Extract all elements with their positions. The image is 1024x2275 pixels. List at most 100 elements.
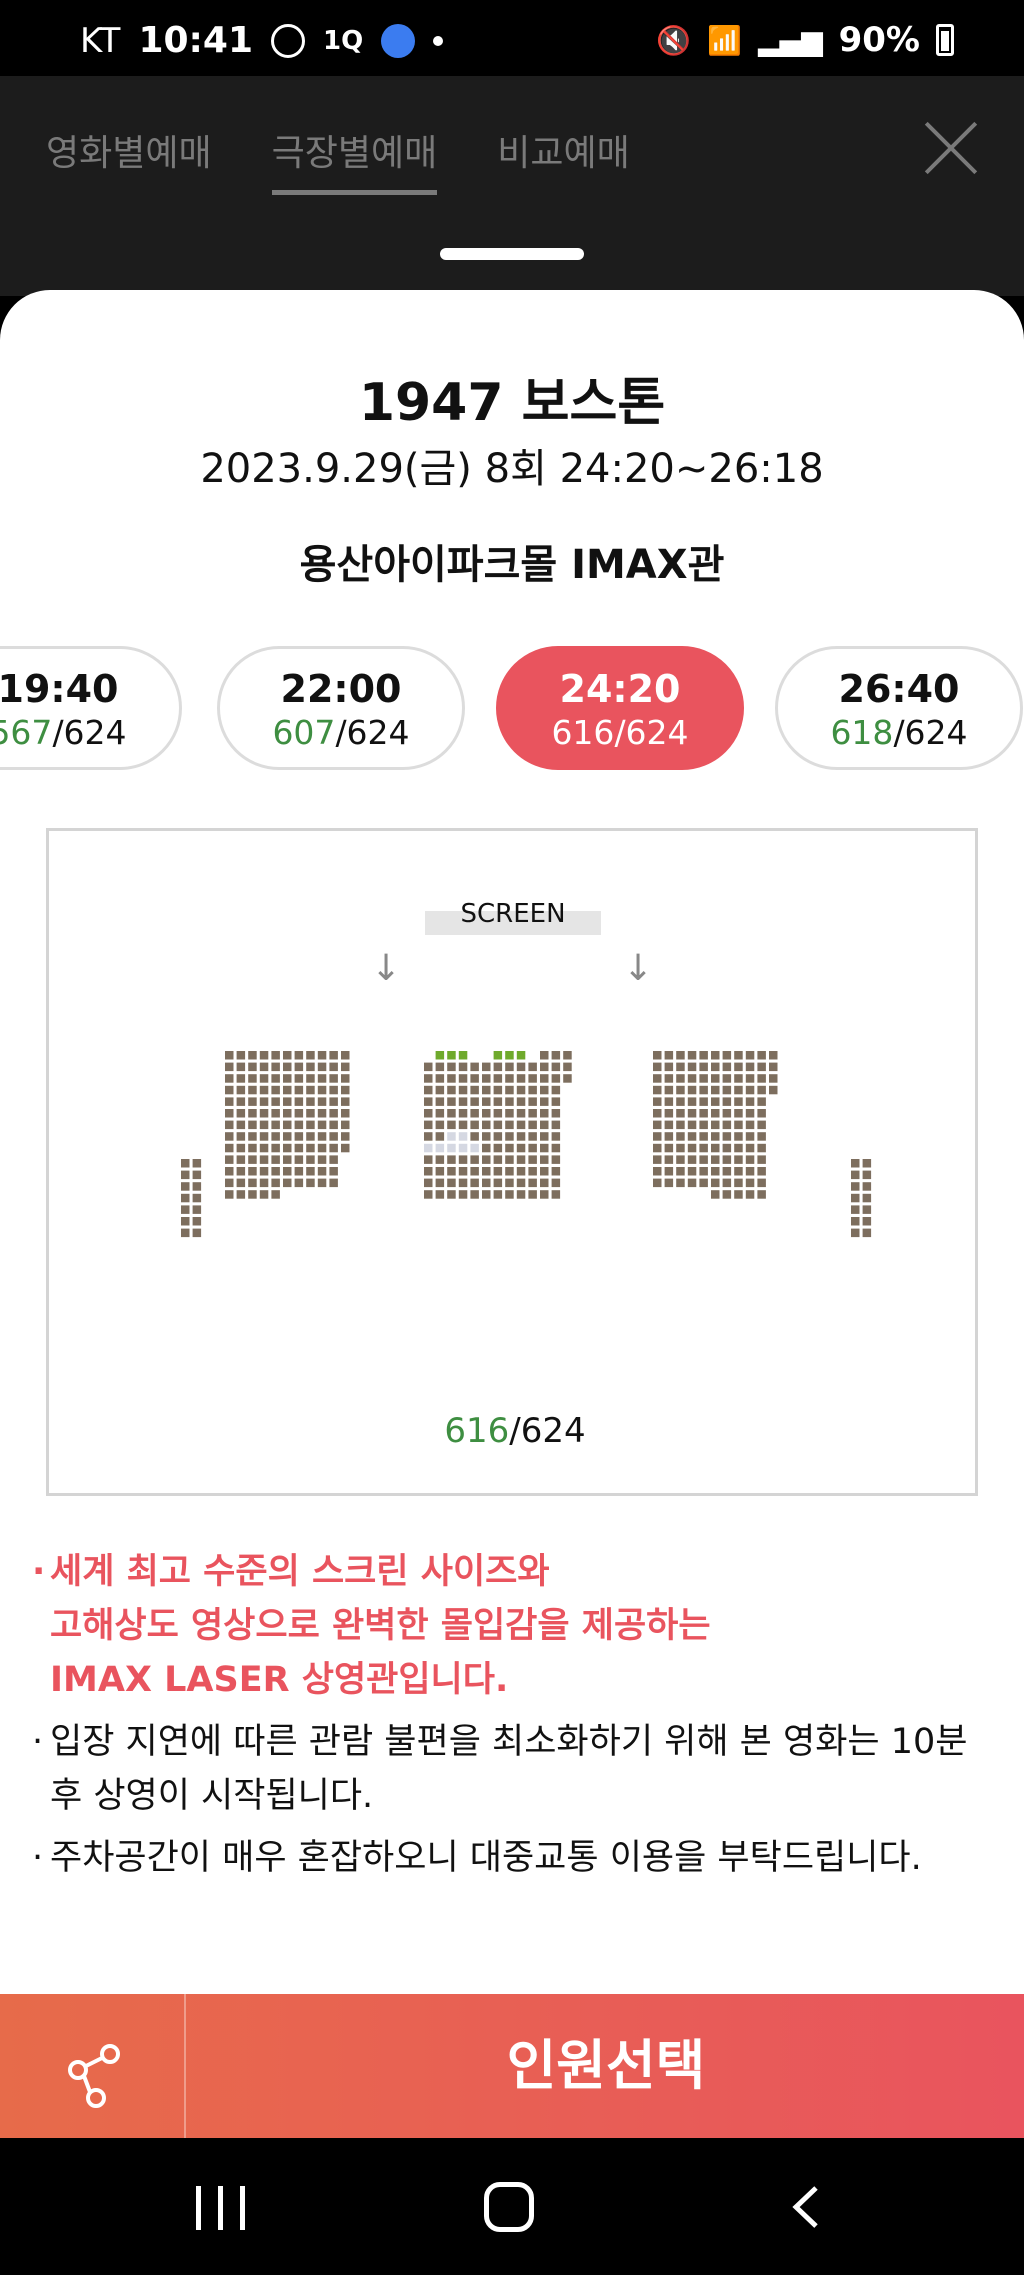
seat[interactable] [687,1062,697,1072]
seat[interactable] [447,1120,456,1130]
seat[interactable] [236,1085,246,1095]
seat[interactable] [482,1109,491,1118]
seat[interactable] [687,1143,697,1153]
seat[interactable] [329,1132,338,1141]
seat[interactable] [653,1051,662,1060]
seat[interactable] [283,1178,292,1188]
seat[interactable] [505,1085,514,1095]
seat[interactable] [505,1132,514,1141]
seat[interactable] [769,1051,778,1060]
seat[interactable] [317,1167,327,1176]
seat[interactable] [711,1085,720,1095]
seat[interactable] [294,1074,304,1083]
seat[interactable] [757,1109,766,1118]
seat[interactable] [259,1190,269,1199]
seat[interactable] [505,1097,514,1106]
seat[interactable] [317,1051,327,1060]
seat[interactable] [317,1132,327,1141]
seat[interactable] [341,1062,350,1072]
seat[interactable] [248,1109,257,1118]
seat[interactable] [540,1097,549,1106]
seat[interactable] [447,1074,456,1083]
seat[interactable] [248,1190,257,1199]
seat[interactable] [687,1120,697,1130]
seat[interactable] [862,1228,872,1238]
seat[interactable] [687,1051,697,1060]
seat[interactable] [283,1155,292,1164]
seat[interactable] [734,1051,743,1060]
seat[interactable] [306,1051,315,1060]
seat[interactable] [653,1109,662,1118]
seat[interactable] [505,1074,514,1083]
seat[interactable] [516,1074,526,1083]
seat[interactable] [283,1120,292,1130]
seat[interactable] [699,1143,708,1153]
seat[interactable] [528,1097,537,1106]
seat[interactable] [745,1085,755,1095]
seat[interactable] [470,1190,479,1199]
seat[interactable] [516,1190,526,1199]
seat[interactable] [192,1217,202,1226]
seat[interactable] [458,1109,468,1118]
seat[interactable] [225,1062,234,1072]
seat[interactable] [225,1132,234,1141]
seat[interactable] [722,1097,732,1106]
seat[interactable] [653,1167,662,1176]
seat[interactable] [482,1085,491,1095]
seat[interactable] [435,1178,445,1188]
seat[interactable] [551,1143,561,1153]
seat[interactable] [563,1062,572,1072]
seat[interactable] [528,1120,537,1130]
seat[interactable] [699,1085,708,1095]
seat[interactable] [225,1051,234,1060]
seat[interactable] [769,1074,778,1083]
seat[interactable] [470,1097,479,1106]
seat[interactable] [458,1051,468,1060]
seat[interactable] [722,1167,732,1176]
seat[interactable] [192,1228,202,1238]
seat[interactable] [435,1074,445,1083]
seat[interactable] [563,1074,572,1083]
seat[interactable] [225,1097,234,1106]
seat[interactable] [259,1109,269,1118]
seat[interactable] [711,1167,720,1176]
seat[interactable] [271,1051,280,1060]
seat[interactable] [516,1051,526,1060]
seat[interactable] [745,1143,755,1153]
seat[interactable] [447,1190,456,1199]
seat[interactable] [711,1097,720,1106]
seat[interactable] [259,1074,269,1083]
seat[interactable] [271,1155,280,1164]
seat[interactable] [676,1051,685,1060]
seat[interactable] [248,1143,257,1153]
seat[interactable] [181,1217,190,1226]
seat[interactable] [225,1120,234,1130]
seat[interactable] [851,1217,860,1226]
seat[interactable] [516,1062,526,1072]
seat[interactable] [424,1155,433,1164]
seat[interactable] [435,1051,445,1060]
seat[interactable] [699,1062,708,1072]
seat[interactable] [271,1074,280,1083]
seat[interactable] [551,1085,561,1095]
seat[interactable] [458,1097,468,1106]
recent-apps-icon[interactable] [196,2186,248,2230]
select-people-button[interactable]: 인원선택 [188,1994,1024,2138]
seat[interactable] [447,1143,456,1153]
seat[interactable] [458,1074,468,1083]
seat[interactable] [225,1190,234,1199]
seat[interactable] [329,1085,338,1095]
seat[interactable] [540,1062,549,1072]
seat[interactable] [259,1167,269,1176]
seat[interactable] [271,1085,280,1095]
seat[interactable] [294,1097,304,1106]
seat[interactable] [306,1167,315,1176]
seat[interactable] [745,1178,755,1188]
seat[interactable] [271,1097,280,1106]
seat[interactable] [722,1190,732,1199]
seat[interactable] [722,1143,732,1153]
seat[interactable] [271,1062,280,1072]
seat[interactable] [687,1097,697,1106]
seat[interactable] [236,1074,246,1083]
seat[interactable] [676,1097,685,1106]
